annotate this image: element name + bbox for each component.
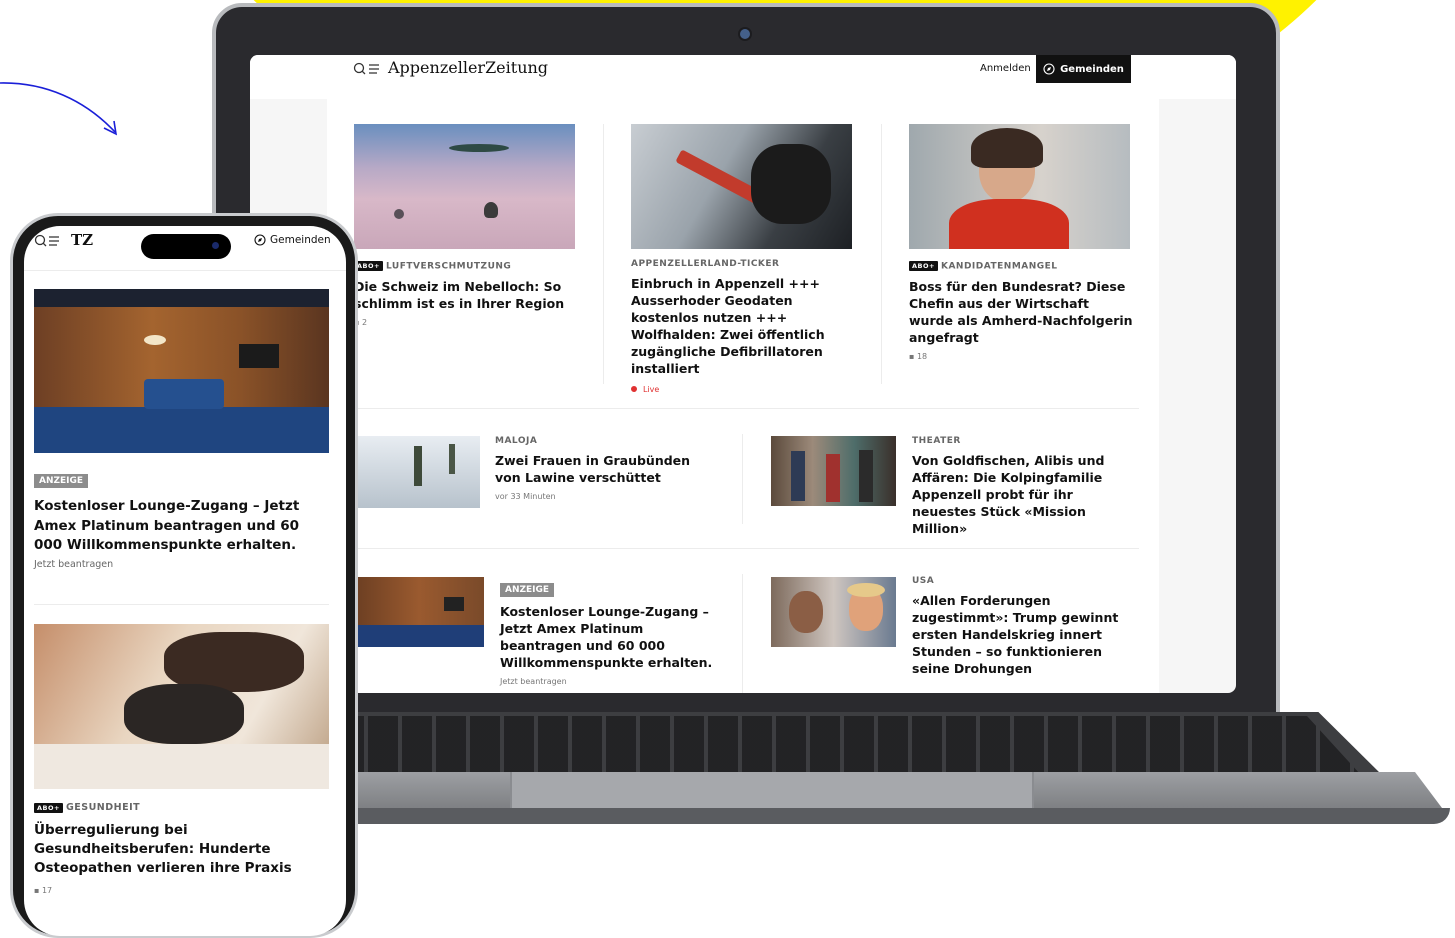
article-card[interactable]: MALOJA Zwei Frauen in Graubünden von Law…	[495, 436, 715, 501]
comment-count: 18	[916, 351, 928, 361]
ad-title[interactable]: Kostenloser Lounge-Zugang – Jetzt Amex P…	[34, 497, 329, 556]
live-label: Live	[643, 385, 660, 394]
gemeinden-label: Gemeinden	[270, 234, 331, 246]
article-image-lounge[interactable]	[354, 577, 484, 647]
live-indicator-icon	[631, 386, 637, 392]
search-icon[interactable]	[353, 62, 383, 80]
main-content: abo+ LUFTVERSCHMUTZUNG Die Schweiz im Neb…	[327, 99, 1159, 693]
article-title[interactable]: Von Goldfischen, Alibis und Affären: Die…	[912, 452, 1137, 537]
compass-icon	[1043, 63, 1055, 75]
ad-cta-link[interactable]: Jetzt beantragen	[500, 677, 715, 686]
ad-image-lounge[interactable]	[34, 289, 329, 453]
ad-cta-link[interactable]: Jetzt beantragen	[34, 559, 329, 570]
article-title[interactable]: Boss für den Bundesrat? Diese Chefin aus…	[909, 278, 1134, 346]
gemeinden-label: Gemeinden	[1060, 63, 1124, 75]
phone-logo[interactable]: TZ	[71, 231, 93, 249]
divider	[603, 124, 604, 384]
laptop-base	[240, 808, 1450, 824]
article-image-break-in[interactable]	[631, 124, 852, 249]
comment-icon: ▪	[34, 886, 40, 895]
article-kicker: GESUNDHEIT	[65, 802, 141, 813]
article-kicker: LUFTVERSCHMUTZUNG	[385, 261, 512, 272]
trackpad	[510, 772, 1034, 808]
article-kicker: APPENZELLERLAND-TICKER	[631, 259, 780, 269]
article-kicker: KANDIDATENMANGEL	[940, 261, 1058, 272]
divider	[24, 270, 346, 271]
comment-icon: ▪	[909, 351, 915, 361]
divider	[354, 548, 1139, 549]
divider	[354, 408, 1139, 409]
site-logo[interactable]: AppenzellerZeitung	[388, 58, 548, 77]
article-title[interactable]: Einbruch in Appenzell +++ Ausserhoder Ge…	[631, 275, 856, 377]
article-title[interactable]: Zwei Frauen in Graubünden von Lawine ver…	[495, 452, 715, 486]
divider	[34, 604, 329, 605]
article-card[interactable]: abo+ KANDIDATENMANGEL Boss für den Bundes…	[909, 261, 1134, 361]
site-header: AppenzellerZeitung Anmelden Gemeinden	[250, 55, 1236, 99]
keyboard-keys	[300, 716, 1360, 774]
ad-card[interactable]: ANZEIGE Kostenloser Lounge-Zugang – Jetz…	[500, 577, 715, 686]
ad-card[interactable]: ANZEIGE Kostenloser Lounge-Zugang – Jetz…	[34, 468, 329, 570]
comment-count: 17	[41, 886, 53, 895]
article-kicker: MALOJA	[495, 436, 538, 446]
article-kicker: USA	[912, 576, 935, 586]
abo-badge: abo+	[909, 261, 938, 271]
article-timestamp: vor 33 Minuten	[495, 492, 556, 501]
article-card[interactable]: USA «Allen Forderungen zugestimmt»: Trum…	[912, 576, 1137, 677]
abo-badge: abo+	[34, 802, 63, 813]
article-card[interactable]: THEATER Von Goldfischen, Alibis und Affä…	[912, 436, 1137, 537]
divider	[742, 574, 743, 693]
abo-badge: abo+	[354, 261, 383, 271]
front-camera	[212, 242, 219, 249]
ad-badge: ANZEIGE	[34, 474, 89, 488]
login-link[interactable]: Anmelden	[980, 63, 1031, 74]
curved-arrow-icon	[0, 82, 118, 136]
compass-icon	[254, 234, 266, 246]
article-image-portrait[interactable]	[909, 124, 1130, 249]
phone-screen: TZ Gemeinden ANZEIGE Kostenloser Lounge-…	[24, 226, 346, 936]
gemeinden-button[interactable]: Gemeinden	[1036, 55, 1131, 83]
article-title[interactable]: Überregulierung bei Gesundheitsberufen: …	[34, 821, 329, 878]
webcam	[740, 29, 750, 39]
laptop-screen: AppenzellerZeitung Anmelden Gemeinden ab…	[250, 55, 1236, 693]
article-image-theater[interactable]	[771, 436, 896, 506]
article-kicker: THEATER	[912, 436, 961, 446]
ad-title[interactable]: Kostenloser Lounge-Zugang – Jetzt Amex P…	[500, 603, 715, 671]
article-card[interactable]: abo+ GESUNDHEIT Überregulierung bei Gesun…	[34, 802, 329, 895]
article-image-politicians[interactable]	[771, 577, 896, 647]
article-image-fog[interactable]	[354, 124, 575, 249]
article-card[interactable]: abo+ LUFTVERSCHMUTZUNG Die Schweiz im Neb…	[354, 261, 575, 327]
menu-icon	[369, 64, 379, 74]
gemeinden-link[interactable]: Gemeinden	[254, 234, 331, 246]
divider	[742, 434, 743, 524]
article-card[interactable]: APPENZELLERLAND-TICKER Einbruch in Appen…	[631, 259, 856, 394]
article-image-massage[interactable]	[34, 624, 329, 789]
search-icon[interactable]	[34, 234, 62, 248]
ad-badge: ANZEIGE	[500, 583, 555, 597]
article-title[interactable]: Die Schweiz im Nebelloch: So schlimm ist…	[354, 278, 575, 312]
divider	[881, 124, 882, 384]
comment-count: 2	[361, 317, 368, 327]
article-title[interactable]: «Allen Forderungen zugestimmt»: Trump ge…	[912, 592, 1137, 677]
article-image-avalanche[interactable]	[354, 436, 480, 508]
